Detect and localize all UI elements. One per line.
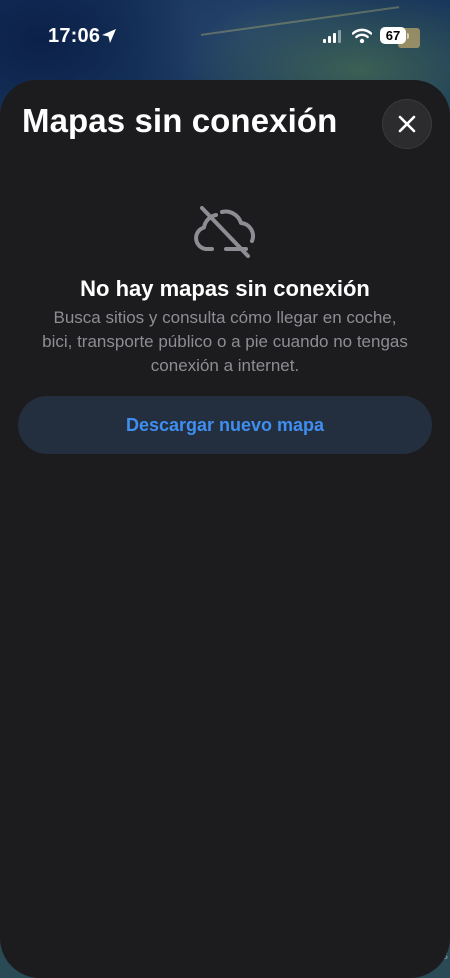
wifi-icon [352, 28, 372, 44]
cloud-slash-icon [194, 206, 256, 258]
location-arrow-icon [102, 29, 116, 43]
sheet-title: Mapas sin conexión [22, 102, 338, 139]
empty-state-title: No hay mapas sin conexión [80, 276, 370, 301]
battery-tip [407, 33, 409, 39]
cellular-signal-icon [323, 30, 341, 43]
status-bar: 17:06 67 [0, 0, 450, 72]
status-time: 17:06 [48, 25, 101, 47]
offline-maps-sheet: Mapas sin conexión No hay mapas sin cone… [0, 80, 450, 978]
close-button[interactable] [382, 99, 432, 149]
close-icon [398, 115, 416, 133]
empty-state-description: Busca sitios y consulta cómo llegar en c… [42, 308, 408, 375]
download-new-map-button[interactable]: Descargar nuevo mapa [18, 396, 432, 454]
battery-level: 67 [380, 27, 406, 44]
battery-icon: 67 [380, 27, 410, 45]
